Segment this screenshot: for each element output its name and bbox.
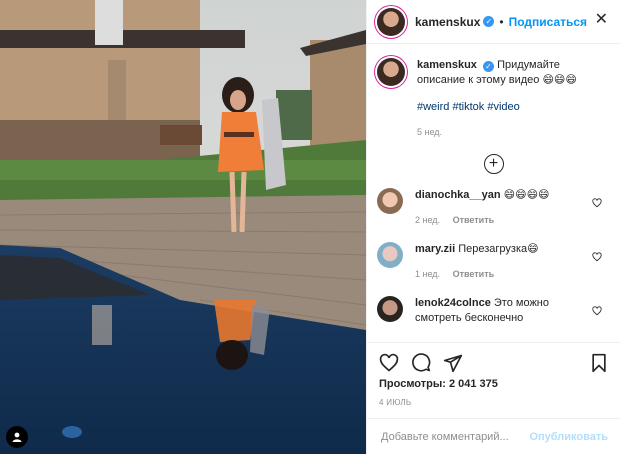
user-tag-icon[interactable] — [6, 426, 28, 448]
like-comment-heart-icon[interactable] — [592, 306, 602, 316]
post-sidebar: kamenskux ✓ • Подписаться ✕ kamenskux ✓ … — [366, 0, 620, 454]
video-player[interactable] — [0, 0, 366, 454]
comment-avatar[interactable] — [377, 242, 403, 268]
post-date[interactable]: 4 ИЮЛЬ — [379, 398, 411, 407]
verified-badge-icon: ✓ — [483, 16, 495, 27]
view-count[interactable]: Просмотры: 2 041 375 — [379, 378, 498, 390]
publish-button[interactable]: Опубликовать — [529, 431, 608, 443]
caption: kamenskux ✓ Придумайте описание к этому … — [377, 58, 610, 140]
comment-text: 😄😄😄😄 — [503, 189, 550, 201]
follow-button[interactable]: Подписаться — [509, 15, 587, 29]
comment-icon[interactable] — [411, 352, 431, 373]
close-icon[interactable]: ✕ — [595, 12, 608, 28]
like-comment-heart-icon[interactable] — [592, 252, 602, 262]
reply-button[interactable]: Ответить — [453, 215, 495, 225]
comment-item: lenok24colnce Это можно смотреть бесконе… — [377, 296, 610, 326]
caption-username[interactable]: kamenskux — [417, 59, 477, 71]
instagram-post-modal: kamenskux ✓ • Подписаться ✕ kamenskux ✓ … — [0, 0, 620, 454]
comment-avatar[interactable] — [377, 188, 403, 214]
comment-avatar[interactable] — [377, 296, 403, 322]
add-comment-bar: Опубликовать — [367, 418, 620, 454]
author-avatar[interactable] — [377, 7, 405, 36]
load-more-comments[interactable]: + — [377, 154, 610, 174]
separator-dot: • — [499, 14, 504, 29]
verified-badge-icon: ✓ — [483, 61, 494, 72]
share-icon[interactable] — [443, 353, 463, 373]
comment-time: 1 нед. — [415, 269, 441, 279]
author-username[interactable]: kamenskux — [415, 15, 480, 29]
plus-circle-icon[interactable]: + — [483, 154, 504, 174]
comment-username[interactable]: lenok24colnce — [415, 297, 491, 309]
comment-username[interactable]: mary.zii — [415, 243, 455, 255]
video-frame — [0, 0, 366, 454]
hashtag-link[interactable]: #weird — [417, 101, 449, 113]
like-heart-icon[interactable] — [379, 353, 399, 373]
caption-avatar[interactable] — [377, 58, 405, 86]
comment-username[interactable]: dianochka__yan — [415, 189, 501, 201]
reply-button[interactable]: Ответить — [453, 269, 495, 279]
post-actions — [367, 342, 620, 382]
hashtag-link[interactable]: #tiktok — [452, 101, 484, 113]
comment-time: 2 нед. — [415, 215, 441, 225]
caption-time: 5 нед. — [417, 127, 443, 137]
person-icon — [12, 432, 22, 442]
post-header: kamenskux ✓ • Подписаться — [367, 0, 620, 44]
comment-item: mary.zii Перезагрузка😄 1 нед. Ответить — [377, 242, 610, 282]
like-comment-heart-icon[interactable] — [592, 198, 602, 208]
comment-item: dianochka__yan 😄😄😄😄 2 нед. Ответить — [377, 188, 610, 228]
comment-text: Перезагрузка😄 — [458, 243, 539, 255]
caption-hashtags: #weird #tiktok #video — [417, 100, 597, 115]
bookmark-icon[interactable] — [590, 353, 608, 373]
comments-list[interactable]: kamenskux ✓ Придумайте описание к этому … — [367, 44, 620, 342]
comment-input[interactable] — [379, 429, 530, 444]
hashtag-link[interactable]: #video — [487, 101, 519, 113]
